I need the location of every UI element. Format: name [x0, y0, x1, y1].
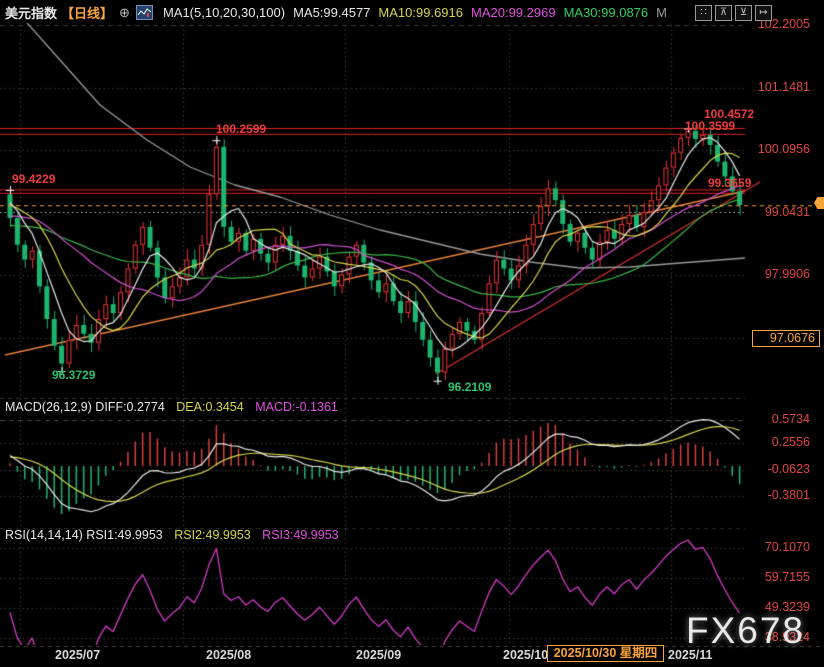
crosshair-price-label: 97.0676	[752, 330, 820, 347]
split-layout-icon[interactable]: ∷	[695, 5, 712, 21]
chart-canvas[interactable]	[0, 0, 824, 667]
expand-right-icon[interactable]: ↦	[755, 5, 772, 21]
symbol-title: 美元指数	[5, 3, 57, 22]
macd-header: MACD(26,12,9) DIFF:0.2774 DEA:0.3454 MAC…	[5, 400, 338, 414]
add-indicator-icon[interactable]: ⊕	[119, 5, 130, 21]
ma10-value: MA10:99.6916	[378, 5, 463, 20]
macd-params-diff: MACD(26,12,9) DIFF:0.2774	[5, 400, 165, 414]
ma30-value: MA30:99.0876	[564, 5, 649, 20]
rsi-params-rsi1: RSI(14,14,14) RSI1:49.9953	[5, 528, 163, 542]
rsi-header: RSI(14,14,14) RSI1:49.9953 RSI2:49.9953 …	[5, 528, 339, 542]
ma-settings-label: MA1(5,10,20,30,100)	[163, 5, 285, 20]
ma5-value: MA5:99.4577	[293, 5, 370, 20]
chart-header: 美元指数 【日线】 ⊕ MA1(5,10,20,30,100) MA5:99.4…	[5, 3, 667, 22]
ma20-value: MA20:99.2969	[471, 5, 556, 20]
pane-down-icon[interactable]: ⊻	[735, 5, 752, 21]
pane-up-icon[interactable]: ⊼	[715, 5, 732, 21]
chart-toolbar: ∷ ⊼ ⊻ ↦	[695, 5, 772, 21]
macd-dea-value: DEA:0.3454	[176, 400, 243, 414]
mini-chart-icon[interactable]	[136, 5, 153, 20]
period-label[interactable]: 【日线】	[61, 3, 113, 22]
chart-window: 美元指数 【日线】 ⊕ MA1(5,10,20,30,100) MA5:99.4…	[0, 0, 824, 667]
period-m-button[interactable]: M	[656, 5, 667, 20]
rsi3-value: RSI3:49.9953	[262, 528, 338, 542]
macd-hist-value: MACD:-0.1361	[255, 400, 338, 414]
crosshair-date-label: 2025/10/30 星期四	[547, 645, 664, 662]
fx678-watermark: FX678	[686, 610, 805, 652]
rsi2-value: RSI2:49.9953	[174, 528, 250, 542]
